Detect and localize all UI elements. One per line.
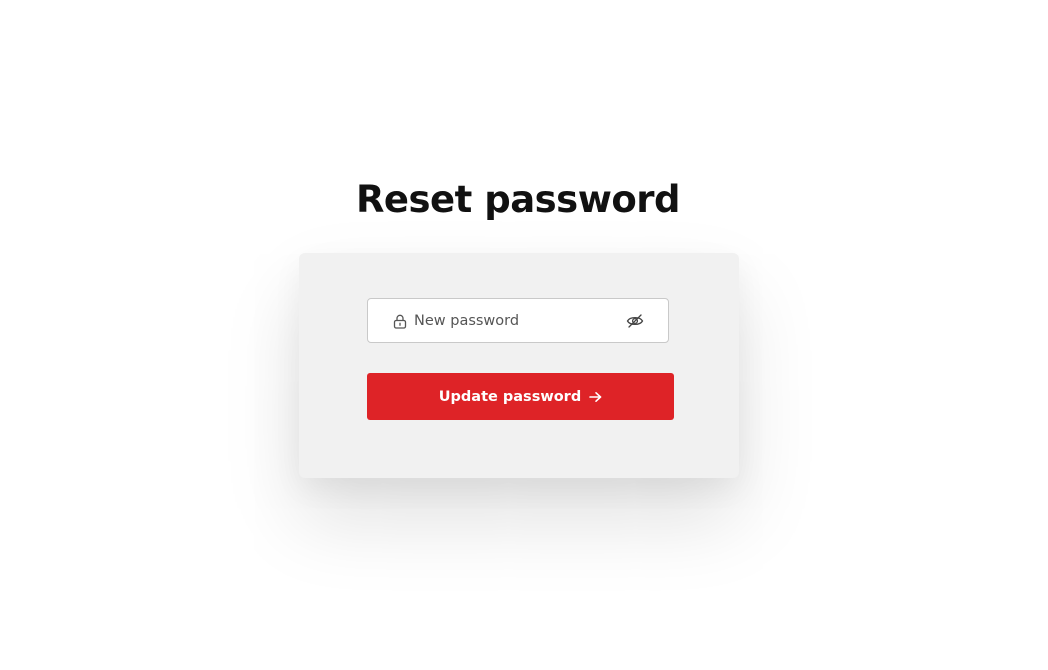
reset-password-page: Reset password Update password — [0, 0, 1048, 670]
eye-slash-icon[interactable] — [626, 312, 644, 330]
update-password-label: Update password — [438, 388, 582, 405]
update-password-button[interactable]: Update password — [367, 373, 674, 420]
reset-password-card: Update password — [299, 253, 739, 478]
new-password-input[interactable] — [414, 299, 614, 342]
new-password-field[interactable] — [367, 298, 669, 343]
page-title: Reset password — [355, 178, 681, 221]
arrow-right-icon — [589, 391, 602, 402]
lock-icon — [393, 314, 407, 329]
